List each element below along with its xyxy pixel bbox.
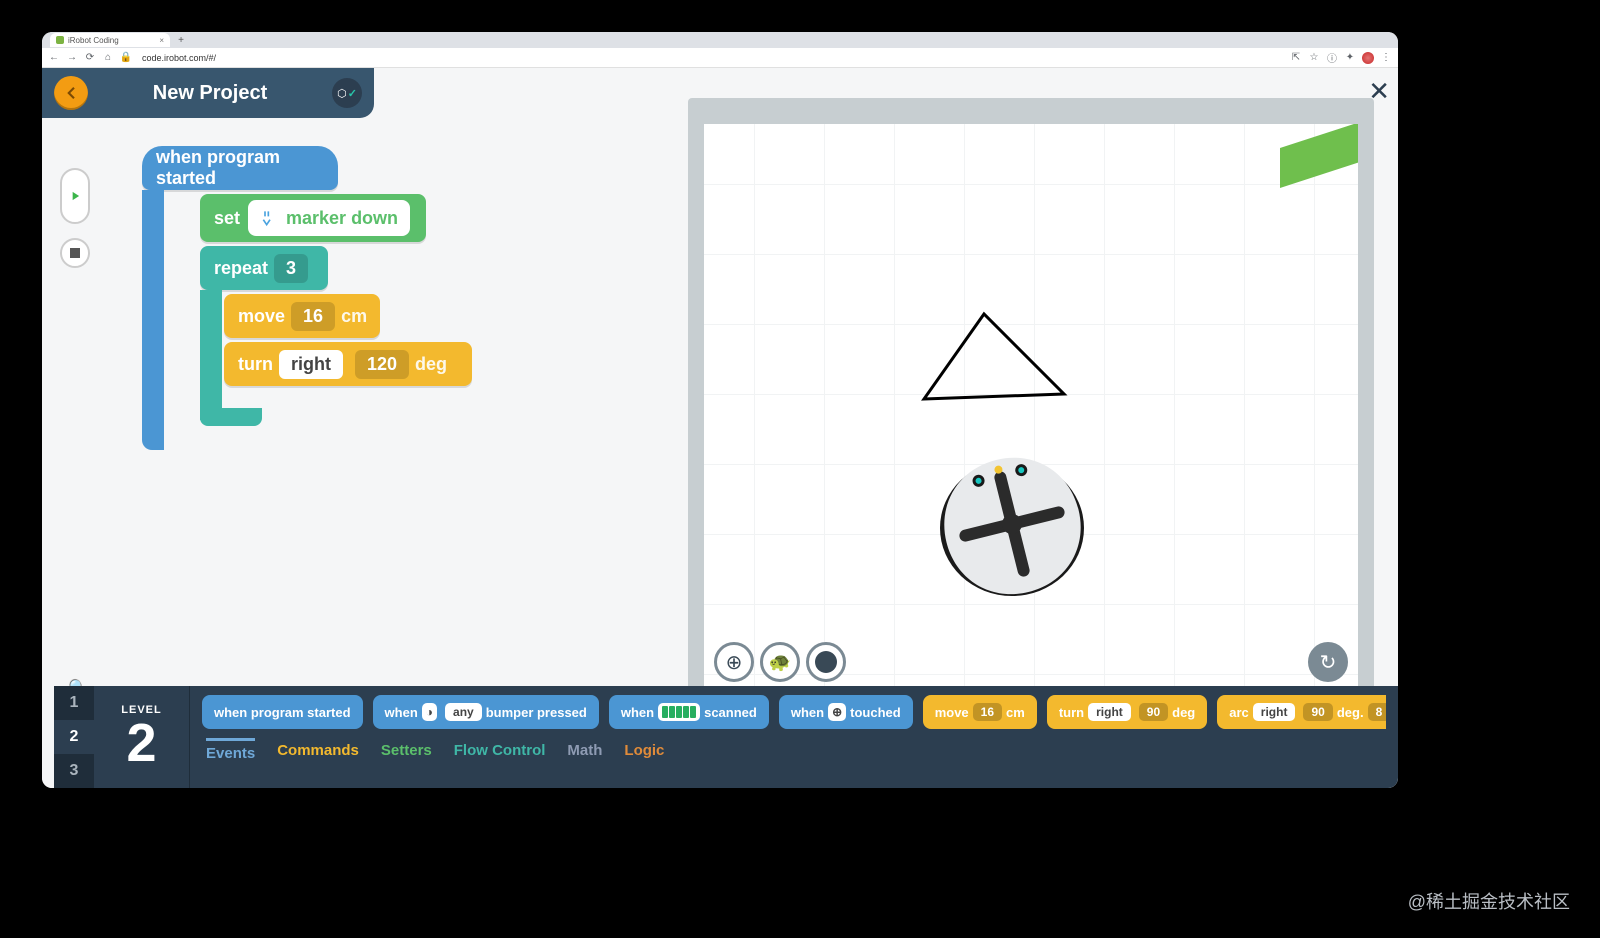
cat-setters[interactable]: Setters bbox=[381, 742, 432, 759]
speed-button[interactable]: 🐢 bbox=[760, 642, 800, 682]
reset-sim-button[interactable]: ↻ bbox=[1308, 642, 1348, 682]
robot-icon: ⬡ bbox=[337, 87, 347, 100]
set-block[interactable]: set marker down bbox=[200, 194, 426, 242]
turn-block[interactable]: turn right 120 deg bbox=[224, 342, 472, 386]
close-tab-icon[interactable]: × bbox=[159, 36, 164, 45]
robot-sprite[interactable] bbox=[932, 444, 1092, 604]
reset-icon: ↻ bbox=[1320, 650, 1337, 675]
sim-corner-decor bbox=[1280, 124, 1358, 188]
zoom-icon: ⊕ bbox=[726, 650, 743, 675]
set-label: set bbox=[214, 208, 240, 229]
color-sensor-icon bbox=[658, 703, 700, 721]
turtle-icon: 🐢 bbox=[769, 652, 791, 673]
marker-label: marker down bbox=[286, 208, 398, 229]
app-area: New Project ⬡✓ ✕ 🔍 when program started … bbox=[42, 68, 1398, 788]
turn-unit: deg bbox=[415, 354, 447, 375]
move-label: move bbox=[238, 306, 285, 327]
connection-button[interactable]: ⬡✓ bbox=[332, 78, 362, 108]
lock-icon: 🔒 bbox=[120, 52, 132, 64]
palette-turn[interactable]: turn right 90 deg bbox=[1047, 695, 1207, 729]
stop-button[interactable] bbox=[60, 238, 90, 268]
turn-value[interactable]: 120 bbox=[355, 350, 409, 379]
center-button[interactable] bbox=[806, 642, 846, 682]
cat-logic[interactable]: Logic bbox=[624, 742, 664, 759]
check-icon: ✓ bbox=[348, 87, 357, 100]
category-row: Events Commands Setters Flow Control Mat… bbox=[202, 738, 1386, 762]
level-number: 2 bbox=[126, 716, 156, 770]
level-tab-2[interactable]: 2 bbox=[54, 720, 94, 754]
event-hat-block[interactable]: when program started bbox=[142, 146, 338, 190]
turn-dir[interactable]: right bbox=[279, 350, 343, 379]
browser-tab[interactable]: iRobot Coding × bbox=[50, 33, 170, 47]
cat-math[interactable]: Math bbox=[567, 742, 602, 759]
level-tab-1[interactable]: 1 bbox=[54, 686, 94, 720]
nav-reload-icon[interactable]: ⟳ bbox=[84, 52, 96, 64]
move-block[interactable]: move 16 cm bbox=[224, 294, 380, 338]
level-tabs: 1 2 3 bbox=[54, 686, 94, 788]
drawn-triangle bbox=[914, 304, 1074, 414]
url-bar[interactable]: code.irobot.com/#/ bbox=[138, 53, 1284, 63]
nav-home-icon[interactable]: ⌂ bbox=[102, 52, 114, 64]
menu-icon[interactable]: ⋮ bbox=[1380, 52, 1392, 64]
palette-event-scanned[interactable]: when scanned bbox=[609, 695, 769, 729]
repeat-block[interactable]: repeat 3 bbox=[200, 246, 328, 290]
hat-label: when program started bbox=[156, 147, 324, 189]
cat-commands[interactable]: Commands bbox=[277, 742, 359, 759]
app-header: New Project ⬡✓ bbox=[42, 68, 374, 118]
bottom-panel: 1 2 3 LEVEL 2 when program started when … bbox=[54, 686, 1398, 788]
palette-arc[interactable]: arc right 90 deg. 8 cm bbox=[1217, 695, 1386, 729]
code-canvas[interactable]: when program started set marker down rep… bbox=[102, 140, 662, 700]
move-value[interactable]: 16 bbox=[291, 302, 335, 331]
turn-label: turn bbox=[238, 354, 273, 375]
watermark: @稀土掘金技术社区 bbox=[1408, 888, 1570, 914]
tab-strip: iRobot Coding × + bbox=[42, 32, 1398, 48]
repeat-label: repeat bbox=[214, 258, 268, 279]
touch-icon: ⊕ bbox=[828, 703, 846, 721]
cat-flow[interactable]: Flow Control bbox=[454, 742, 546, 759]
nav-back-icon[interactable]: ← bbox=[48, 52, 60, 64]
play-button[interactable] bbox=[60, 168, 90, 224]
marker-chip[interactable]: marker down bbox=[248, 200, 410, 236]
cat-events[interactable]: Events bbox=[206, 738, 255, 762]
palette-move[interactable]: move 16 cm bbox=[923, 695, 1037, 729]
project-title[interactable]: New Project bbox=[88, 82, 332, 105]
nav-forward-icon[interactable]: → bbox=[66, 52, 78, 64]
share-icon[interactable]: ⇱ bbox=[1290, 52, 1302, 64]
tab-title: iRobot Coding bbox=[68, 36, 119, 45]
level-tab-3[interactable]: 3 bbox=[54, 754, 94, 788]
extensions-icon[interactable]: ✦ bbox=[1344, 52, 1356, 64]
bumper-icon: ◑ bbox=[422, 703, 437, 721]
zoom-in-button[interactable]: ⊕ bbox=[714, 642, 754, 682]
palette-event-touched[interactable]: when ⊕ touched bbox=[779, 695, 913, 729]
move-unit: cm bbox=[341, 306, 367, 327]
star-icon[interactable]: ☆ bbox=[1308, 52, 1320, 64]
nav-bar: ← → ⟳ ⌂ 🔒 code.irobot.com/#/ ⇱ ☆ ⓘ ✦ ⋮ bbox=[42, 48, 1398, 68]
palette-row[interactable]: when program started when ◑ any bumper p… bbox=[202, 694, 1386, 730]
sim-controls: ⊕ 🐢 bbox=[714, 642, 846, 682]
favicon bbox=[56, 36, 64, 44]
center-dot-icon bbox=[815, 651, 837, 673]
level-badge: LEVEL 2 bbox=[94, 686, 190, 788]
stop-icon bbox=[70, 248, 80, 258]
repeat-body bbox=[200, 290, 222, 420]
palette-event-bumper[interactable]: when ◑ any bumper pressed bbox=[373, 695, 599, 729]
repeat-count[interactable]: 3 bbox=[274, 254, 308, 283]
info-icon[interactable]: ⓘ bbox=[1326, 52, 1338, 64]
arrow-left-icon bbox=[62, 84, 80, 102]
profile-avatar[interactable] bbox=[1362, 52, 1374, 64]
marker-down-icon bbox=[260, 208, 280, 228]
palette-event-start[interactable]: when program started bbox=[202, 695, 363, 729]
simulator-canvas[interactable]: ⊕ 🐢 ↻ bbox=[704, 124, 1358, 692]
repeat-foot bbox=[200, 408, 262, 426]
new-tab-button[interactable]: + bbox=[174, 33, 188, 47]
simulator-frame: ⊕ 🐢 ↻ bbox=[688, 98, 1374, 708]
browser-window: iRobot Coding × + ← → ⟳ ⌂ 🔒 code.irobot.… bbox=[42, 32, 1398, 788]
block-palette: when program started when ◑ any bumper p… bbox=[190, 686, 1398, 788]
back-button[interactable] bbox=[54, 76, 88, 110]
play-icon bbox=[68, 189, 82, 203]
